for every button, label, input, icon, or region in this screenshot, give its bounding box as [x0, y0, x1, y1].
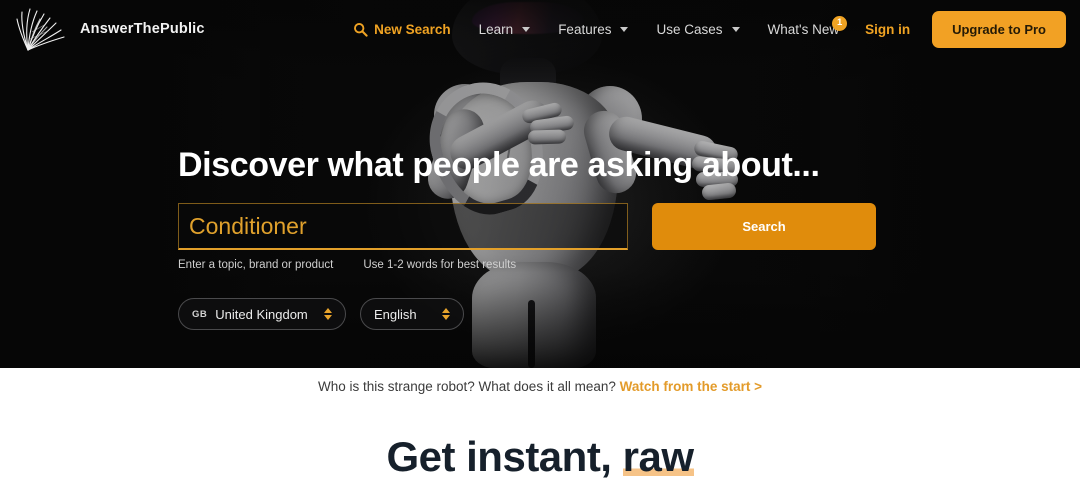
nav-menu-use-cases-label: Use Cases [656, 21, 723, 37]
brand-name: AnswerThePublic [80, 21, 205, 37]
search-input[interactable] [189, 212, 617, 240]
country-select[interactable]: GB United Kingdom [178, 298, 346, 330]
hero-title: Discover what people are asking about... [178, 146, 820, 184]
search-icon [354, 22, 368, 37]
nav-menu-features-label: Features [558, 21, 612, 37]
seed-head-logo-icon [16, 8, 65, 51]
nav-new-search[interactable]: New Search [339, 14, 465, 45]
nav-whats-new-label: What's New [767, 21, 840, 37]
hint-words: Use 1-2 words for best results [363, 259, 517, 271]
below-hero-section: Who is this strange robot? What does it … [0, 368, 1080, 501]
nav-menu-learn[interactable]: Learn [465, 14, 545, 45]
nav-menu-use-cases[interactable]: Use Cases [642, 14, 753, 45]
country-code-label: GB [192, 308, 208, 320]
stepper-icon [442, 308, 450, 320]
nav-whats-new[interactable]: What's New 1 [754, 14, 854, 45]
nav-menu-features[interactable]: Features [544, 14, 642, 45]
search-hints: Enter a topic, brand or product Use 1-2 … [178, 259, 898, 271]
country-name-label: United Kingdom [215, 306, 308, 322]
sign-in-link[interactable]: Sign in [853, 14, 922, 45]
robot-explainer-line: Who is this strange robot? What does it … [0, 379, 1080, 394]
language-label: English [374, 306, 417, 322]
search-input-wrapper[interactable] [178, 203, 628, 250]
stepper-icon [324, 308, 332, 320]
hint-topic: Enter a topic, brand or product [178, 259, 334, 271]
search-row: Search [178, 203, 898, 250]
chevron-down-icon [731, 26, 740, 32]
locale-selectors: GB United Kingdom English [178, 298, 898, 330]
page-root: AnswerThePublic New Search Learn Feature… [0, 0, 1080, 501]
section-heading-highlight: raw [622, 433, 694, 480]
language-select[interactable]: English [360, 298, 464, 330]
nav-links: New Search Learn Features Use Cases What… [339, 10, 1080, 48]
watch-from-start-link[interactable]: Watch from the start > [620, 379, 762, 394]
robot-question-text: Who is this strange robot? What does it … [317, 379, 616, 394]
chevron-down-icon [522, 26, 531, 32]
search-button[interactable]: Search [652, 203, 876, 250]
chevron-down-icon [620, 26, 629, 32]
nav-new-search-label: New Search [374, 21, 451, 37]
nav-menu-learn-label: Learn [478, 21, 514, 37]
whats-new-badge: 1 [832, 15, 848, 31]
section-heading-part1: Get instant, [386, 433, 623, 480]
section-heading: Get instant, raw [0, 432, 1080, 482]
upgrade-to-pro-button[interactable]: Upgrade to Pro [932, 10, 1066, 48]
top-navigation-bar: AnswerThePublic New Search Learn Feature… [0, 0, 1080, 58]
brand-logo[interactable]: AnswerThePublic [12, 6, 205, 52]
